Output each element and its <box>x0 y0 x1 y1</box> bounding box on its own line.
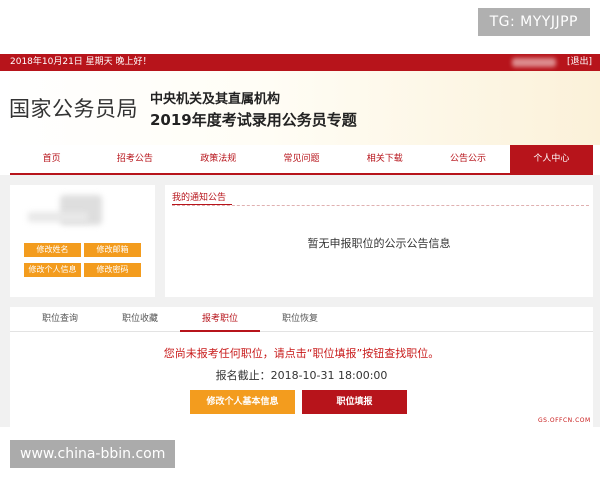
site-header: 国家公务员局 中央机关及其直属机构 2019年度考试录用公务员专题 <box>0 71 600 145</box>
notice-empty-text: 暂无申报职位的公示公告信息 <box>307 237 451 250</box>
top-bar: 2018年10月21日 星期天 晚上好！ [退出] <box>0 54 600 71</box>
nav-recruitment-notice[interactable]: 招考公告 <box>93 145 176 173</box>
nav-home[interactable]: 首页 <box>10 145 93 173</box>
tab-job-restore[interactable]: 职位恢复 <box>260 307 340 331</box>
profile-card: 修改姓名 修改邮箱 修改个人信息 修改密码 <box>10 185 155 297</box>
edit-name-button[interactable]: 修改姓名 <box>24 243 81 257</box>
edit-personal-info-button[interactable]: 修改个人信息 <box>24 263 81 277</box>
jobs-tabs: 职位查询 职位收藏 报考职位 职位恢复 <box>10 307 593 332</box>
watermark-bottom: www.china-bbin.com <box>10 440 176 468</box>
registration-deadline: 报名截止：2018-10-31 18:00:00 <box>215 369 388 382</box>
header-subtitle: 中央机关及其直属机构 <box>150 92 281 107</box>
blurred-username <box>512 58 556 67</box>
nav-personal-center[interactable]: 个人中心 <box>509 145 593 173</box>
notice-divider <box>172 205 589 206</box>
main-nav: 首页 招考公告 政策法规 常见问题 相关下载 公告公示 个人中心 <box>10 145 593 175</box>
logout-link[interactable]: [退出] <box>567 54 592 71</box>
notice-panel: 我的通知公告 暂无申报职位的公示公告信息 <box>165 185 593 297</box>
notice-title-underline <box>172 204 232 205</box>
tab-applied-jobs[interactable]: 报考职位 <box>180 307 260 332</box>
no-application-message: 您尚未报考任何职位，请点击“职位填报”按钮查找职位。 <box>163 347 440 360</box>
nav-policies[interactable]: 政策法规 <box>177 145 260 173</box>
blurred-user-name <box>28 212 88 222</box>
edit-basic-info-button[interactable]: 修改个人基本信息 <box>190 390 295 414</box>
header-title: 2019年度考试录用公务员专题 <box>150 111 357 129</box>
jobs-panel: 职位查询 职位收藏 报考职位 职位恢复 您尚未报考任何职位，请点击“职位填报”按… <box>10 307 593 427</box>
site-watermark-mark: GS.OFFCN.COM <box>538 417 591 424</box>
site-logo-text[interactable]: 国家公务员局 <box>9 93 138 123</box>
edit-password-button[interactable]: 修改密码 <box>84 263 141 277</box>
notice-title: 我的通知公告 <box>172 193 227 203</box>
job-fill-button[interactable]: 职位填报 <box>302 390 407 414</box>
nav-announcements[interactable]: 公告公示 <box>426 145 509 173</box>
watermark-top: TG: MYYJJPP <box>477 8 590 36</box>
tab-job-search[interactable]: 职位查询 <box>20 307 100 331</box>
edit-email-button[interactable]: 修改邮箱 <box>84 243 141 257</box>
nav-faq[interactable]: 常见问题 <box>260 145 343 173</box>
tab-job-favorites[interactable]: 职位收藏 <box>100 307 180 331</box>
nav-downloads[interactable]: 相关下载 <box>343 145 426 173</box>
date-greeting: 2018年10月21日 星期天 晚上好！ <box>10 57 152 67</box>
